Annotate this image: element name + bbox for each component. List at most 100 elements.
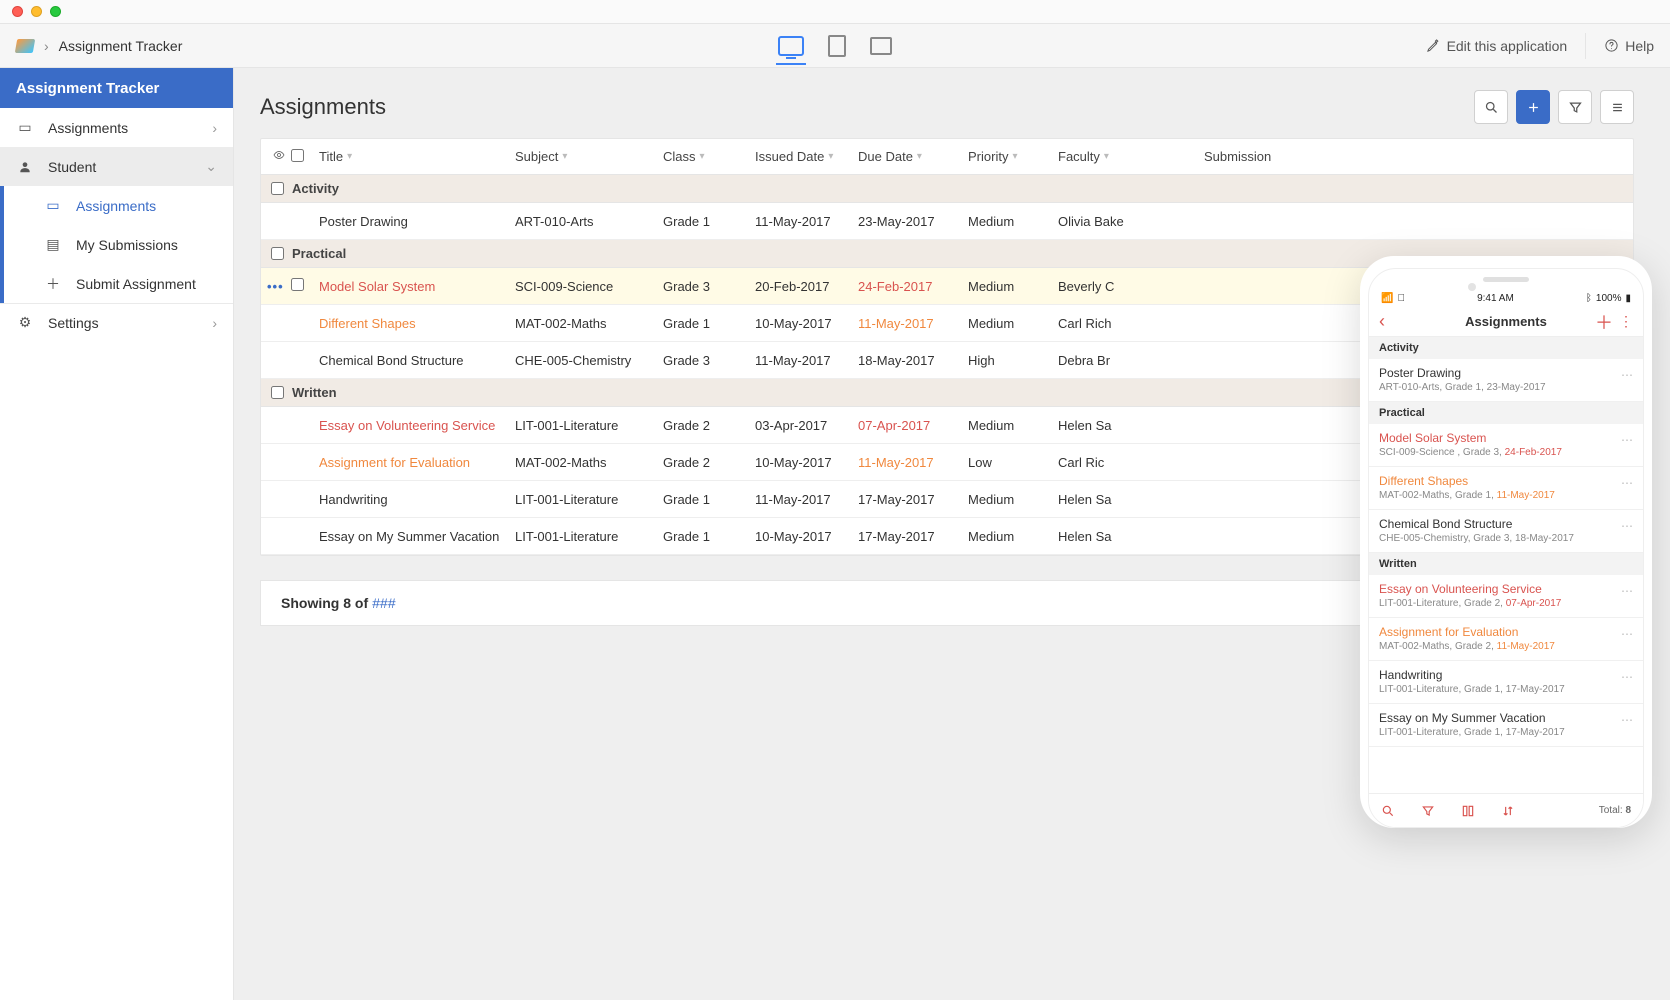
mobile-group-header: Practical — [1369, 402, 1643, 424]
column-header-subject[interactable]: Subject▾ — [515, 149, 663, 164]
minimize-window-button[interactable] — [31, 6, 42, 17]
add-icon[interactable]: ＋ — [1595, 309, 1613, 335]
search-button[interactable] — [1474, 90, 1508, 124]
sort-icon: ▾ — [700, 151, 705, 162]
list-item[interactable]: Different ShapesMAT-002-Maths, Grade 1, … — [1369, 467, 1643, 510]
column-header-faculty[interactable]: Faculty▾ — [1058, 149, 1204, 164]
more-icon[interactable]: ⋯ — [1621, 584, 1633, 598]
back-icon[interactable]: ‹ — [1379, 311, 1385, 332]
zoom-window-button[interactable] — [50, 6, 61, 17]
more-icon[interactable]: ⋯ — [1621, 368, 1633, 382]
group-header-activity[interactable]: Activity — [261, 175, 1633, 203]
row-actions-icon[interactable]: ••• — [267, 279, 284, 294]
search-icon[interactable] — [1381, 804, 1395, 818]
list-item[interactable]: HandwritingLIT-001-Literature, Grade 1, … — [1369, 661, 1643, 704]
mobile-status-bar: 📶􀙇 9:41 AM ᛒ100%▮ — [1369, 289, 1643, 307]
help-icon — [1604, 38, 1619, 53]
tablet-view-button[interactable] — [828, 35, 846, 57]
filter-button[interactable] — [1558, 90, 1592, 124]
breadcrumb-separator: › — [44, 38, 49, 54]
sidebar-item-submit-assignment[interactable]: ＋ Submit Assignment — [0, 264, 233, 303]
add-button[interactable] — [1516, 90, 1550, 124]
battery-icon: ▮ — [1625, 293, 1631, 304]
desktop-view-button[interactable] — [778, 36, 804, 56]
edit-application-link[interactable]: Edit this application — [1426, 38, 1568, 54]
group-checkbox[interactable] — [271, 182, 284, 195]
sort-icon[interactable] — [1501, 804, 1515, 818]
document-icon: ▤ — [44, 236, 62, 253]
group-checkbox[interactable] — [271, 386, 284, 399]
sort-icon: ▾ — [1012, 151, 1017, 162]
more-icon[interactable]: ⋯ — [1621, 627, 1633, 641]
column-header-submission[interactable]: Submission — [1204, 149, 1633, 164]
book-icon: ▭ — [16, 119, 34, 136]
menu-button[interactable] — [1600, 90, 1634, 124]
sort-icon: ▾ — [562, 151, 567, 162]
chevron-right-icon: › — [212, 120, 217, 136]
column-header-issued-date[interactable]: Issued Date▾ — [755, 149, 858, 164]
list-item[interactable]: Essay on Volunteering ServiceLIT-001-Lit… — [1369, 575, 1643, 618]
list-item[interactable]: Chemical Bond StructureCHE-005-Chemistry… — [1369, 510, 1643, 553]
sort-icon: ▾ — [1104, 151, 1109, 162]
breadcrumb-app-name[interactable]: Assignment Tracker — [59, 38, 183, 54]
phone-speaker-icon — [1483, 277, 1529, 282]
close-window-button[interactable] — [12, 6, 23, 17]
app-topbar: › Assignment Tracker Edit this applicati… — [0, 24, 1670, 68]
sidebar-item-student[interactable]: Student ⌄ — [0, 147, 233, 186]
table-header: Title▾ Subject▾ Class▾ Issued Date▾ Due … — [261, 139, 1633, 175]
page-title: Assignments — [260, 94, 386, 120]
user-icon — [16, 160, 34, 174]
column-header-due-date[interactable]: Due Date▾ — [858, 149, 968, 164]
chevron-down-icon: ⌄ — [205, 158, 217, 175]
sort-icon: ▾ — [347, 151, 352, 162]
more-vertical-icon[interactable]: ⋮ — [1619, 313, 1633, 330]
sidebar-header: Assignment Tracker — [0, 68, 233, 108]
monitor-icon — [778, 36, 804, 56]
hamburger-icon — [1610, 100, 1625, 115]
table-row[interactable]: Poster Drawing ART-010-Arts Grade 1 11-M… — [261, 203, 1633, 240]
row-checkbox[interactable] — [291, 278, 304, 291]
mobile-toolbar: Total: 8 — [1369, 793, 1643, 827]
list-item[interactable]: Essay on My Summer VacationLIT-001-Liter… — [1369, 704, 1643, 747]
search-icon — [1484, 100, 1499, 115]
sidebar-item-assignments[interactable]: ▭ Assignments › — [0, 108, 233, 147]
tablet-landscape-view-button[interactable] — [870, 37, 892, 55]
more-icon[interactable]: ⋯ — [1621, 476, 1633, 490]
sidebar-item-settings[interactable]: ⚙ Settings › — [0, 303, 233, 342]
select-all-checkbox[interactable] — [291, 149, 304, 162]
mobile-total-count: Total: 8 — [1599, 805, 1631, 816]
mobile-navbar: ‹ Assignments ＋ ⋮ — [1369, 307, 1643, 337]
mobile-group-header: Written — [1369, 553, 1643, 575]
wifi-icon: 􀙇 — [1397, 293, 1405, 304]
eye-icon[interactable] — [271, 149, 287, 161]
plus-icon: ＋ — [44, 274, 62, 294]
help-link[interactable]: Help — [1604, 38, 1654, 54]
group-checkbox[interactable] — [271, 247, 284, 260]
mobile-title: Assignments — [1465, 314, 1547, 329]
column-header-class[interactable]: Class▾ — [663, 149, 755, 164]
signal-icon: 📶 — [1381, 293, 1393, 304]
list-item[interactable]: Poster DrawingART-010-Arts, Grade 1, 23-… — [1369, 359, 1643, 402]
funnel-icon[interactable] — [1421, 804, 1435, 818]
columns-icon[interactable] — [1461, 804, 1475, 818]
more-icon[interactable]: ⋯ — [1621, 519, 1633, 533]
sidebar-item-my-submissions[interactable]: ▤ My Submissions — [0, 225, 233, 264]
column-header-priority[interactable]: Priority▾ — [968, 149, 1058, 164]
device-switcher — [778, 35, 892, 57]
app-logo-icon — [15, 39, 35, 53]
sort-icon: ▾ — [917, 151, 922, 162]
more-icon[interactable]: ⋯ — [1621, 433, 1633, 447]
bluetooth-icon: ᛒ — [1586, 293, 1592, 304]
pencil-icon — [1426, 38, 1441, 53]
funnel-icon — [1568, 100, 1583, 115]
mobile-group-header: Activity — [1369, 337, 1643, 359]
more-icon[interactable]: ⋯ — [1621, 670, 1633, 684]
phone-camera-icon — [1468, 283, 1476, 291]
window-titlebar — [0, 0, 1670, 24]
gear-icon: ⚙ — [16, 314, 34, 331]
column-header-title[interactable]: Title▾ — [319, 149, 515, 164]
list-item[interactable]: Model Solar SystemSCI-009-Science , Grad… — [1369, 424, 1643, 467]
sidebar-item-student-assignments[interactable]: ▭ Assignments — [0, 186, 233, 225]
list-item[interactable]: Assignment for EvaluationMAT-002-Maths, … — [1369, 618, 1643, 661]
more-icon[interactable]: ⋯ — [1621, 713, 1633, 727]
